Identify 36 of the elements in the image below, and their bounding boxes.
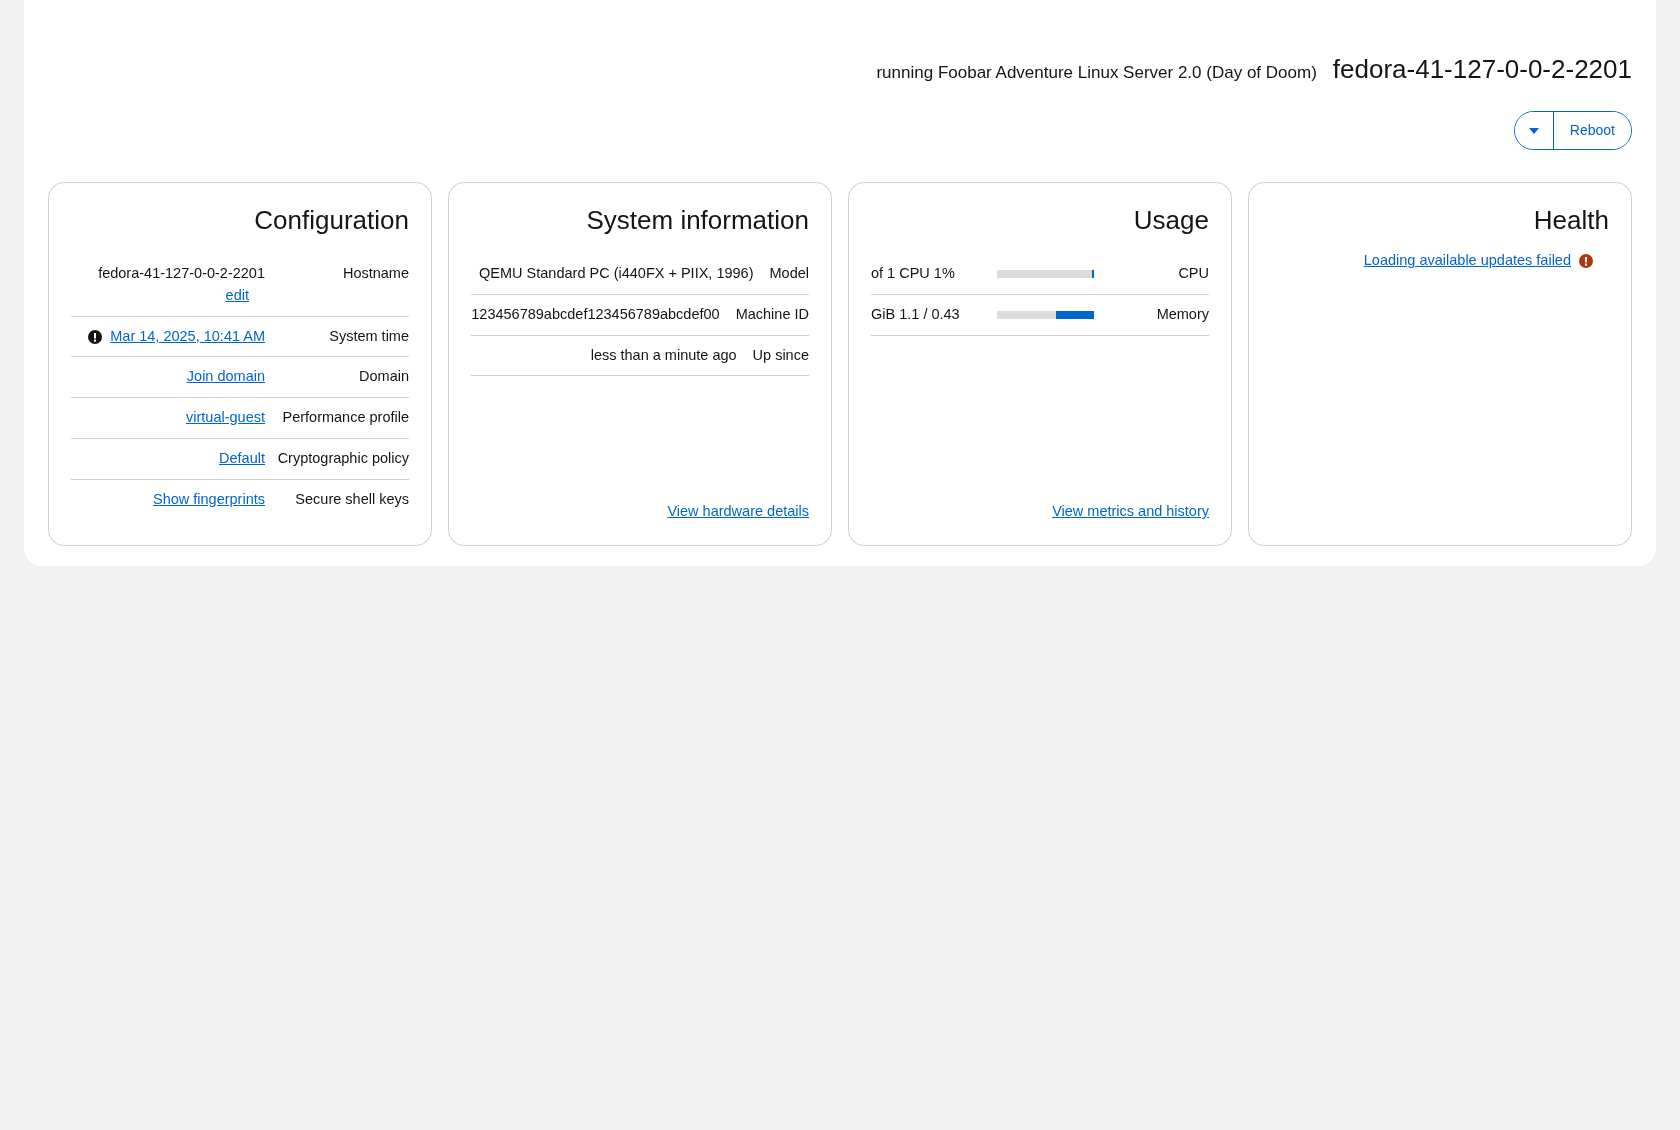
- row-label: Secure shell keys: [294, 489, 409, 509]
- row-label: Domain: [358, 367, 409, 387]
- row-label: Memory: [1155, 304, 1209, 324]
- row-label: Machine ID: [735, 304, 809, 324]
- card-title: Usage: [1132, 205, 1209, 237]
- caret-down-icon: [1528, 128, 1539, 135]
- row-value: less than a minute ago: [590, 345, 737, 365]
- row-value: QEMU Standard PC (i440FX + PIIX, 1996): [479, 264, 754, 284]
- row-label: CPU: [1177, 264, 1209, 284]
- value-link[interactable]: Show fingerprints: [152, 488, 265, 511]
- card-title: System information: [585, 205, 809, 237]
- card-title: Health: [1532, 205, 1609, 237]
- row-label: Cryptographic policy: [276, 448, 409, 468]
- value-link[interactable]: virtual-guest: [186, 407, 265, 429]
- value-link[interactable]: Mar 14, 2025, 10:41 AM: [110, 325, 265, 348]
- row-label: System time: [328, 326, 409, 346]
- hostname-title: fedora-41-127-0-0-2-2201: [1332, 53, 1632, 86]
- hardware-details-link[interactable]: View hardware details: [667, 503, 809, 520]
- updates-failed-link[interactable]: Loading available updates failed: [1363, 250, 1571, 272]
- usage-reading: of 1 CPU 1%: [871, 264, 956, 284]
- row-label: Up since: [752, 345, 809, 365]
- edit-link[interactable]: edit: [225, 284, 249, 307]
- row-value: fedora-41-127-0-0-2-2201: [98, 264, 265, 284]
- os-description: running Foobar Adventure Linux Server 2.0 (Day of Doom): [876, 62, 1317, 84]
- dropdown-toggle[interactable]: [1514, 112, 1554, 149]
- row-label: Performance profile: [281, 408, 409, 428]
- row-label: Model: [769, 264, 809, 284]
- value-link[interactable]: Default: [219, 447, 265, 470]
- card-title: Configuration: [253, 205, 409, 237]
- row-value: 123456789abcdef123456789abcdef00: [471, 304, 720, 324]
- value-link[interactable]: Join domain: [186, 366, 265, 389]
- error-icon: [1579, 254, 1593, 269]
- warning-icon: [88, 329, 103, 344]
- row-label: Hostname: [341, 264, 409, 284]
- usage-reading: GiB 1.1 / 0.43: [871, 304, 961, 324]
- metrics-history-link[interactable]: View metrics and history: [1052, 503, 1209, 520]
